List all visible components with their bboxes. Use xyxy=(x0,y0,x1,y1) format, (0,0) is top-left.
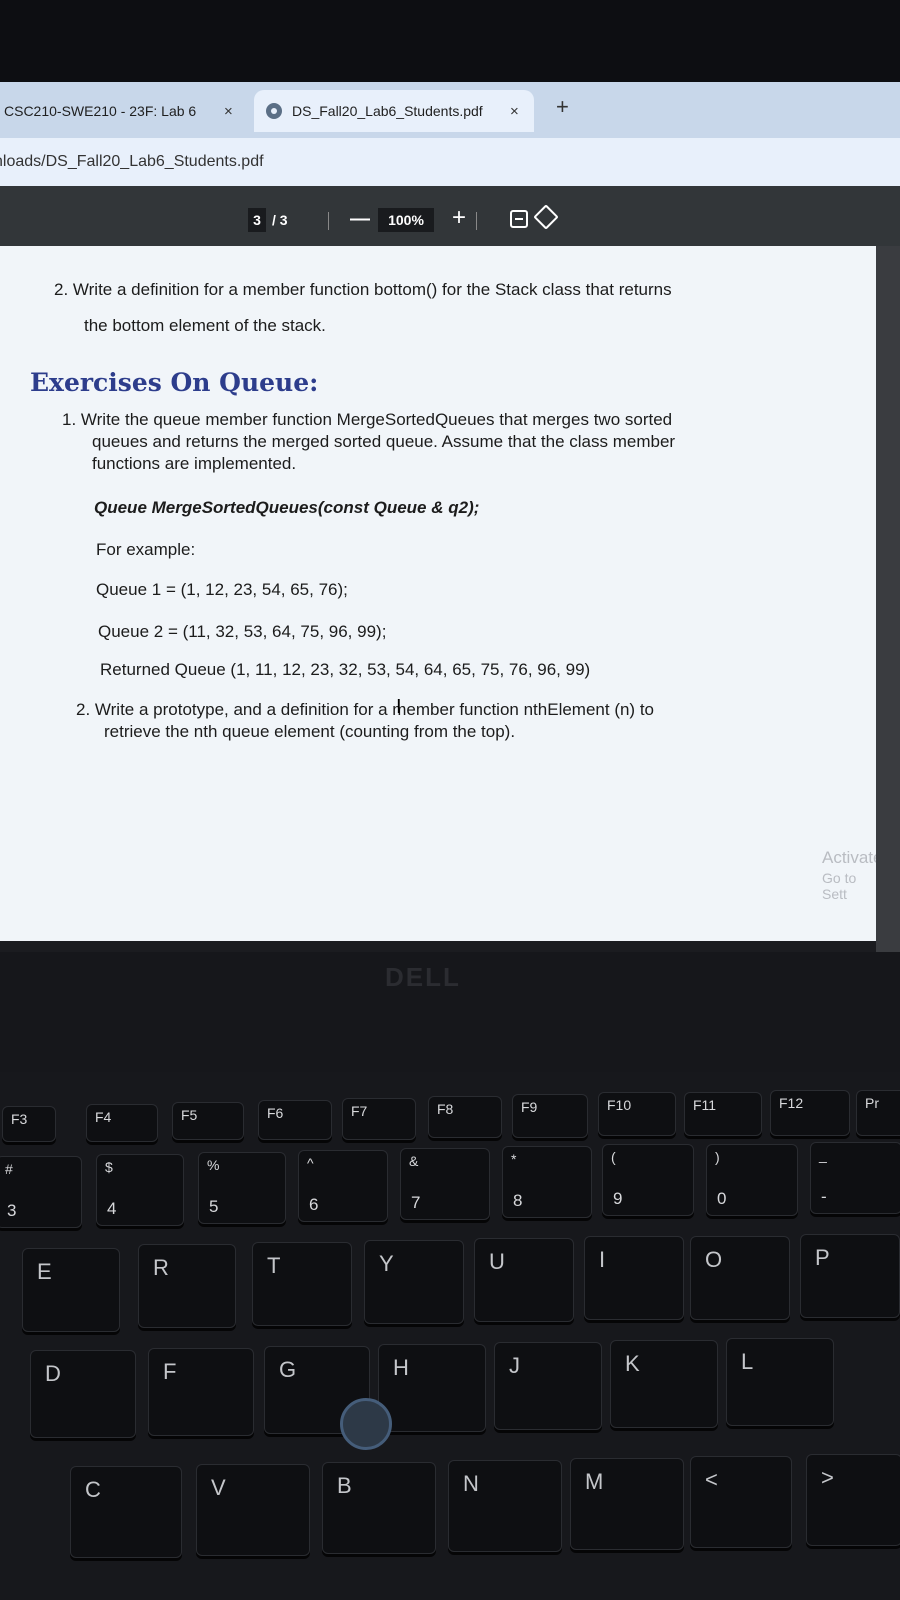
key-f6[interactable]: F6 xyxy=(258,1100,332,1140)
key-f8[interactable]: F8 xyxy=(428,1096,502,1138)
key-d[interactable]: D xyxy=(30,1350,136,1438)
section-heading: Exercises On Queue: xyxy=(30,368,319,397)
rotate-icon[interactable] xyxy=(533,204,559,230)
key-b[interactable]: B xyxy=(322,1462,436,1554)
zoom-out-button[interactable]: — xyxy=(350,208,370,231)
fit-page-icon[interactable] xyxy=(510,210,528,228)
key-y[interactable]: Y xyxy=(364,1240,464,1324)
tab-lab6[interactable]: CSC210-SWE210 - 23F: Lab 6 × xyxy=(0,90,250,132)
key-c[interactable]: C xyxy=(70,1466,182,1558)
tab-pdf-close-icon[interactable]: × xyxy=(510,103,519,120)
key-print[interactable]: Pr xyxy=(856,1090,900,1136)
key-h[interactable]: H xyxy=(378,1344,486,1432)
laptop-bezel: DELL xyxy=(0,952,900,1072)
tab-lab6-label: CSC210-SWE210 - 23F: Lab 6 xyxy=(4,103,197,119)
globe-icon xyxy=(266,103,282,119)
key-period[interactable]: > xyxy=(806,1454,900,1546)
key-i[interactable]: I xyxy=(584,1236,684,1320)
key-f9[interactable]: F9 xyxy=(512,1094,588,1138)
queue1-example: Queue 1 = (1, 12, 23, 54, 65, 76); xyxy=(96,580,348,599)
pdf-page: 2. Write a definition for a member funct… xyxy=(0,246,882,941)
key-l[interactable]: L xyxy=(726,1338,834,1426)
key-j[interactable]: J xyxy=(494,1342,602,1430)
key-f3[interactable]: F3 xyxy=(2,1106,56,1142)
text-cursor-icon: I xyxy=(396,696,402,718)
key-n[interactable]: N xyxy=(448,1460,562,1552)
page-total: / 3 xyxy=(272,212,288,228)
toolbar-divider xyxy=(476,212,477,230)
key-3[interactable]: #3 xyxy=(0,1156,82,1228)
key-comma[interactable]: < xyxy=(690,1456,792,1548)
stack-question-2-line2: the bottom element of the stack. xyxy=(84,316,326,335)
key-k[interactable]: K xyxy=(610,1340,718,1428)
key-minus[interactable]: _ - xyxy=(810,1142,900,1214)
key-v[interactable]: V xyxy=(196,1464,310,1556)
example-label: For example: xyxy=(96,540,196,559)
new-tab-button[interactable]: + xyxy=(556,94,569,120)
zoom-in-button[interactable]: + xyxy=(452,204,466,232)
key-6[interactable]: ^ 6 xyxy=(298,1150,388,1222)
key-e[interactable]: E xyxy=(22,1248,120,1332)
address-bar-url: nloads/DS_Fall20_Lab6_Students.pdf xyxy=(0,153,264,170)
tab-pdf-label: DS_Fall20_Lab6_Students.pdf xyxy=(292,103,483,119)
zoom-level-input[interactable]: 100% xyxy=(378,208,434,232)
key-9[interactable]: (9 xyxy=(602,1144,694,1216)
queue-question-2-line1: 2. Write a prototype, and a definition f… xyxy=(76,700,654,719)
keyboard: F3 F4 F5 F6 F7 F8 F9 F10 F11 F12 Pr #3 $… xyxy=(0,1072,900,1600)
key-o[interactable]: O xyxy=(690,1236,790,1320)
key-f7[interactable]: F7 xyxy=(342,1098,416,1140)
key-r[interactable]: R xyxy=(138,1244,236,1328)
key-5[interactable]: % 5 xyxy=(198,1152,286,1224)
key-4[interactable]: $4 xyxy=(96,1154,184,1226)
key-f11[interactable]: F11 xyxy=(684,1092,762,1136)
tab-pdf[interactable]: DS_Fall20_Lab6_Students.pdf × xyxy=(254,90,534,132)
key-m[interactable]: M xyxy=(570,1458,684,1550)
key-f[interactable]: F xyxy=(148,1348,254,1436)
key-0[interactable]: ) 0 xyxy=(706,1144,798,1216)
key-8[interactable]: * 8 xyxy=(502,1146,592,1218)
dell-logo: DELL xyxy=(385,962,461,992)
queue-question-2-line2: retrieve the nth queue element (counting… xyxy=(104,722,516,741)
page-number-input[interactable]: 3 xyxy=(248,208,266,232)
activate-windows-watermark: Activate xyxy=(822,848,883,867)
key-f4[interactable]: F4 xyxy=(86,1104,158,1142)
browser-tab-bar: CSC210-SWE210 - 23F: Lab 6 × DS_Fall20_L… xyxy=(0,82,900,138)
pdf-toolbar: 3 / 3 — 100% + xyxy=(0,186,900,246)
tab-lab6-close-icon[interactable]: × xyxy=(224,103,233,120)
key-f12[interactable]: F12 xyxy=(770,1090,850,1136)
key-f10[interactable]: F10 xyxy=(598,1092,676,1136)
stack-question-2-line1: 2. Write a definition for a member funct… xyxy=(54,280,672,299)
queue2-example: Queue 2 = (11, 32, 53, 64, 75, 96, 99); xyxy=(98,622,387,641)
laptop-screen: CSC210-SWE210 - 23F: Lab 6 × DS_Fall20_L… xyxy=(0,82,900,952)
key-u[interactable]: U xyxy=(474,1238,574,1322)
queue-question-1-line2: queues and returns the merged sorted que… xyxy=(92,432,676,451)
key-p[interactable]: P xyxy=(800,1234,900,1318)
trackpoint[interactable] xyxy=(340,1398,392,1450)
address-bar[interactable]: nloads/DS_Fall20_Lab6_Students.pdf xyxy=(0,138,900,186)
key-t[interactable]: T xyxy=(252,1242,352,1326)
queue-question-1-line1: 1. Write the queue member function Merge… xyxy=(62,410,673,429)
function-prototype: Queue MergeSortedQueues(const Queue & q2… xyxy=(94,498,480,517)
queue-question-1-line3: functions are implemented. xyxy=(92,454,297,473)
returned-queue-example: Returned Queue (1, 11, 12, 23, 32, 53, 5… xyxy=(100,660,591,679)
pdf-scrollbar[interactable] xyxy=(876,246,900,952)
key-7[interactable]: & 7 xyxy=(400,1148,490,1220)
key-f5[interactable]: F5 xyxy=(172,1102,244,1140)
activate-windows-settings: Go to Sett xyxy=(822,870,857,902)
toolbar-divider xyxy=(328,212,329,230)
